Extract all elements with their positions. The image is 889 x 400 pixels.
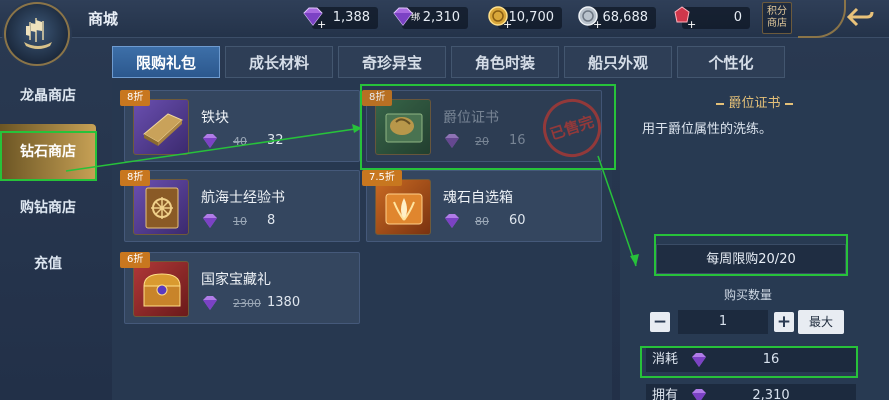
annotation-arrows	[65, 124, 639, 267]
shop-screen: 商城 + 1,388 绑 2,310 + 10,700 + 68,688 + 0…	[0, 0, 889, 400]
